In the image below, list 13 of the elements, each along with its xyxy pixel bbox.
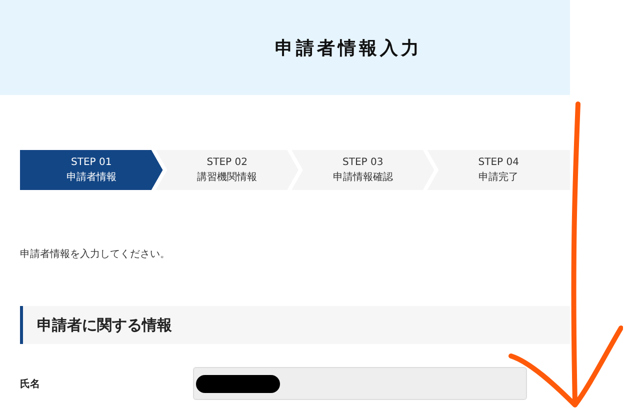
step-number: STEP 04: [478, 156, 519, 168]
instruction-text: 申請者情報を入力してください。: [20, 248, 171, 261]
page-title: 申請者情報入力: [275, 36, 422, 60]
step-label: 申請者情報: [66, 172, 116, 184]
input-field[interactable]: [193, 367, 527, 400]
field-label: 氏名: [20, 378, 41, 390]
step-label: 申請情報確認: [332, 172, 393, 184]
step-number: STEP 01: [71, 156, 112, 168]
step-number: STEP 02: [206, 156, 248, 168]
step-label: 講習機関情報: [197, 172, 258, 184]
section-heading: 申請者に関する情報: [20, 306, 570, 344]
step-label: 申請完了: [478, 172, 519, 184]
step-number: STEP 03: [342, 156, 384, 168]
